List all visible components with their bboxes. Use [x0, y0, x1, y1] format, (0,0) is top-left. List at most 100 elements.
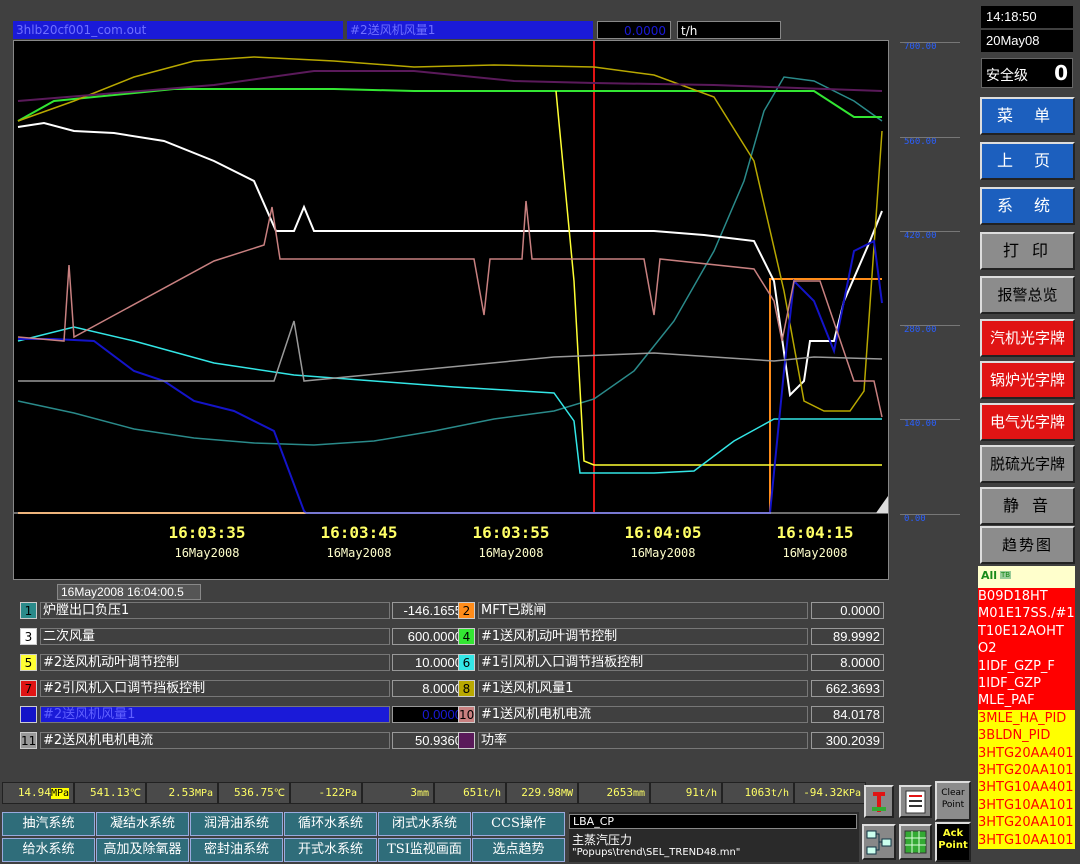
legend-row-12[interactable]: 12 功率 300.2039	[458, 731, 884, 750]
nav-button[interactable]: 凝结水系统	[96, 812, 189, 836]
series-6-line	[17, 326, 882, 474]
alarm-item[interactable]: 1IDF_GZP_F	[978, 657, 1075, 675]
legend-value-1: -146.1655	[392, 602, 466, 619]
legend-row-2[interactable]: 2 MFT已跳闸 0.0000	[458, 601, 884, 620]
status-unit: MPa	[194, 788, 213, 799]
alarm-item[interactable]: 3HTG20AA101	[978, 762, 1075, 780]
series-10-line	[17, 200, 883, 418]
legend-name-5: #2送风机动叶调节控制	[40, 654, 390, 671]
legend-row-6[interactable]: 6 #1引风机入口调节挡板控制 8.0000	[458, 653, 884, 672]
network-tool-icon[interactable]	[862, 824, 896, 860]
trend-tool-icon[interactable]	[864, 785, 894, 818]
nav-button[interactable]: 抽汽系统	[2, 812, 95, 836]
legend-row-5[interactable]: 5 #2送风机动叶调节控制 10.0000	[20, 653, 466, 672]
boiler-annunciator-button[interactable]: 锅炉光字牌	[980, 361, 1075, 399]
legend-row-11[interactable]: 11 #2送风机电机电流 50.9360	[20, 731, 466, 750]
trend-button[interactable]: 趋势图	[980, 526, 1075, 564]
nav-button[interactable]: 选点趋势	[472, 838, 565, 862]
legend-name-2: MFT已跳闸	[478, 602, 808, 619]
alarm-filter-all[interactable]: All	[981, 569, 997, 582]
nav-button[interactable]: 循环水系统	[284, 812, 377, 836]
status-unit: Pa	[344, 788, 357, 799]
status-readout: 2653mm	[578, 782, 650, 804]
alarm-overview-button[interactable]: 报警总览	[980, 276, 1075, 314]
alarm-item[interactable]: 1IDF_GZP	[978, 675, 1075, 693]
legend-swatch-2: 2	[458, 602, 475, 619]
legend-name-10: #1送风机电机电流	[478, 706, 808, 723]
alarm-item[interactable]: 3HTG20AA401	[978, 744, 1075, 762]
mute-button[interactable]: 静 音	[980, 487, 1075, 525]
trend-chart[interactable]: 16:03:35 16:03:45 16:03:55 16:04:05 16:0…	[13, 40, 889, 580]
y-tick-label-6: 0.00	[904, 514, 926, 524]
clock-date: 20May08	[981, 30, 1073, 52]
turbine-annunciator-button[interactable]: 汽机光字牌	[980, 319, 1075, 357]
prev-page-button[interactable]: 上 页	[980, 142, 1075, 180]
status-unit: t/h	[482, 788, 501, 799]
electric-annunciator-button[interactable]: 电气光字牌	[980, 403, 1075, 441]
x-date-label-3: 16May2008	[478, 546, 544, 560]
alarm-item[interactable]: 3MLE_HA_PID	[978, 709, 1075, 728]
legend-row-9[interactable]: 9 #2送风机风量1 0.0000	[20, 705, 466, 724]
alarm-item[interactable]: 3HTG10AA101	[978, 796, 1075, 815]
nav-button[interactable]: 润滑油系统	[190, 812, 283, 836]
legend-swatch-6: 6	[458, 654, 475, 671]
menu-button[interactable]: 菜 单	[980, 97, 1075, 135]
print-button[interactable]: 打 印	[980, 232, 1075, 270]
status-unit: MPa	[50, 788, 69, 799]
desulfurization-annunciator-button[interactable]: 脱硫光字牌	[980, 445, 1075, 483]
nav-button[interactable]: 密封油系统	[190, 838, 283, 862]
alarm-item[interactable]: 3HTG10AA401	[978, 779, 1075, 797]
legend-value-12: 300.2039	[811, 732, 884, 749]
legend-row-10[interactable]: 10 #1送风机电机电流 84.0178	[458, 705, 884, 724]
status-value: 536.75	[234, 786, 274, 799]
legend-value-2: 0.0000	[811, 602, 884, 619]
legend-name-8: #1送风机风量1	[478, 680, 808, 697]
alarm-item[interactable]: 3BLDN_PID	[978, 727, 1075, 745]
list-tool-icon[interactable]	[899, 785, 932, 818]
legend-name-7: #2引风机入口调节挡板控制	[40, 680, 390, 697]
x-time-label-3: 16:03:55	[472, 523, 550, 542]
grid-tool-icon[interactable]	[899, 824, 932, 860]
x-date-label-4: 16May2008	[630, 546, 696, 560]
legend-row-3[interactable]: 3 二次风量 600.0000	[20, 627, 466, 646]
legend-row-1[interactable]: 1 炉膛出口负压1 -146.1655	[20, 601, 466, 620]
alarm-filter-tb[interactable]: TB	[1000, 571, 1012, 579]
nav-button[interactable]: 给水系统	[2, 838, 95, 862]
status-value: 3	[410, 786, 417, 799]
legend-row-4[interactable]: 4 #1送风机动叶调节控制 89.9992	[458, 627, 884, 646]
x-time-label-5: 16:04:15	[776, 523, 854, 542]
legend-name-1: 炉膛出口负压1	[40, 602, 390, 619]
series-2-line	[18, 278, 882, 514]
safety-level-box: 安全级 0	[981, 58, 1073, 88]
nav-button[interactable]: 开式水系统	[284, 838, 377, 862]
clear-point-button[interactable]: Clear Point	[935, 781, 971, 821]
cursor-time-label: 16May2008 16:04:00.5	[57, 584, 201, 600]
legend-value-11: 50.9360	[392, 732, 466, 749]
nav-button[interactable]: CCS操作	[472, 812, 565, 836]
alarm-item[interactable]: 3HTG20AA101	[978, 814, 1075, 832]
selected-value-field: 0.0000	[597, 21, 671, 39]
alarm-item[interactable]: T10E12AOHT	[978, 622, 1075, 641]
alarm-item[interactable]: O2	[978, 640, 1075, 658]
alarm-item[interactable]: 3HTG10AA101	[978, 831, 1075, 849]
nav-button[interactable]: 闭式水系统	[378, 812, 471, 836]
legend-swatch-11: 11	[20, 732, 37, 749]
alarm-item[interactable]: B09D18HT	[978, 588, 1075, 606]
legend-row-7[interactable]: 7 #2引风机入口调节挡板控制 8.0000	[20, 679, 466, 698]
trend-plot	[14, 41, 888, 514]
legend-value-9: 0.0000	[392, 706, 466, 723]
ack-point-button[interactable]: Ack Point	[935, 822, 971, 862]
status-value: 14.94	[17, 786, 51, 799]
nav-button[interactable]: 高加及除氧器	[96, 838, 189, 862]
y-tick-label-5: 140.00	[904, 419, 937, 429]
alarm-item[interactable]: M01E17SS./#1	[978, 605, 1075, 623]
legend-swatch-5: 5	[20, 654, 37, 671]
system-button[interactable]: 系 统	[980, 187, 1075, 225]
legend-value-4: 89.9992	[811, 628, 884, 645]
alarm-item[interactable]: MLE_PAF	[978, 692, 1075, 710]
legend-row-8[interactable]: 8 #1送风机风量1 662.3693	[458, 679, 884, 698]
nav-button[interactable]: TSI监视画面	[378, 838, 471, 862]
point-description: 主蒸汽压力	[572, 833, 633, 847]
legend-swatch-7: 7	[20, 680, 37, 697]
status-value: 651	[463, 786, 483, 799]
